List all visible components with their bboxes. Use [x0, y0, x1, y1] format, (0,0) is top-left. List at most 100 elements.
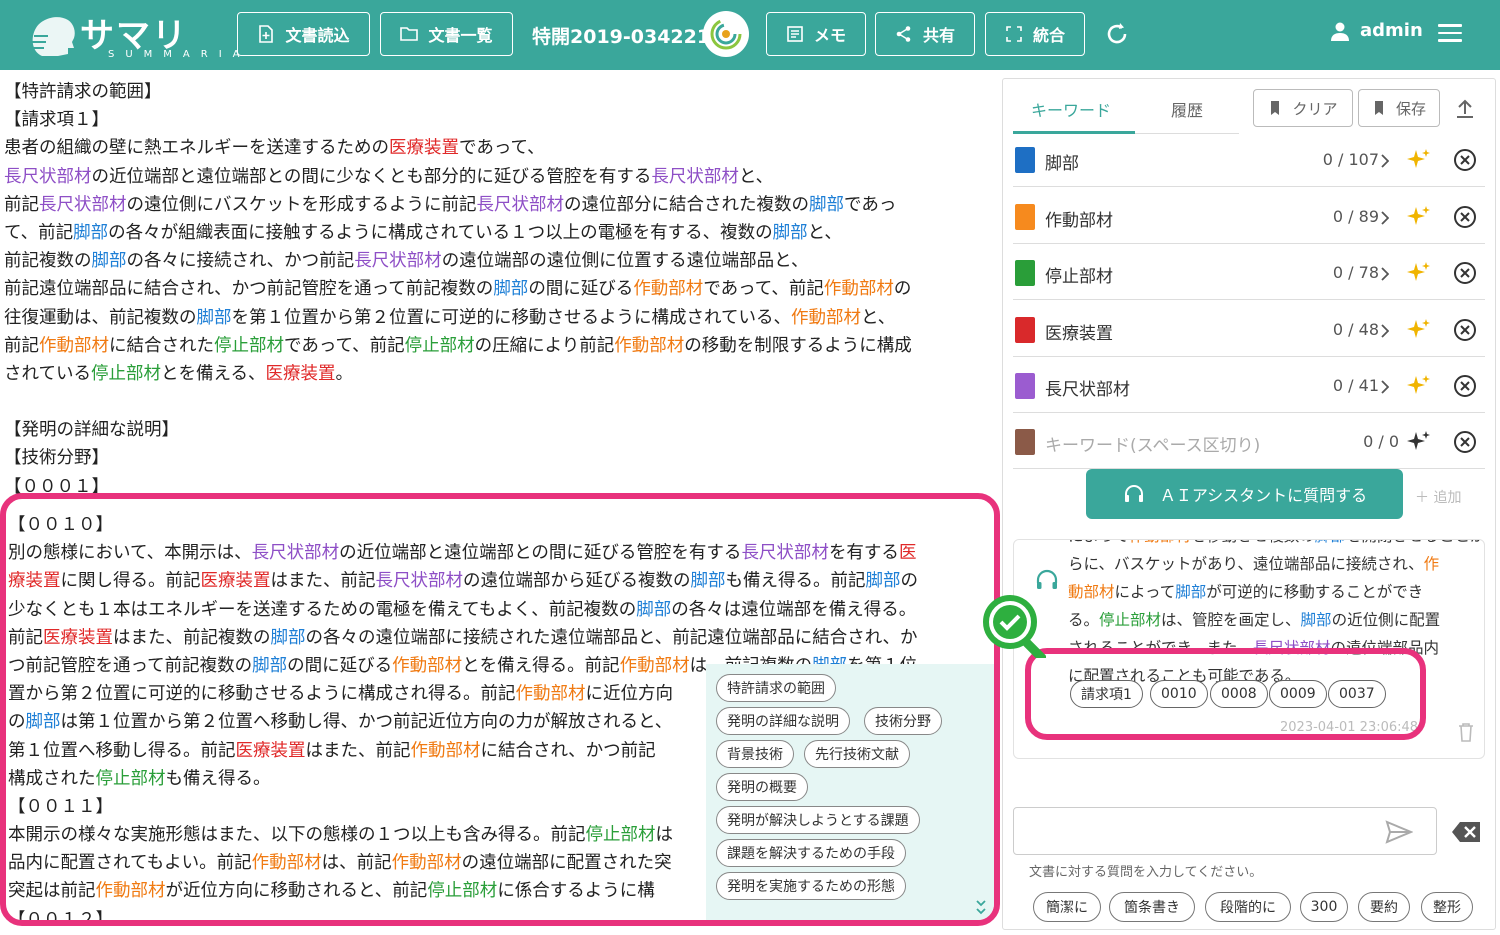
- tab-history[interactable]: 履歴: [1171, 97, 1203, 121]
- text-segment: つ前記管腔を通って前記複数の: [8, 655, 253, 676]
- merge-button[interactable]: 統合: [985, 12, 1085, 56]
- section-chip[interactable]: 発明が解決しようとする課題: [716, 806, 920, 834]
- remove-circle-icon[interactable]: [1453, 205, 1477, 229]
- document-list-button[interactable]: 文書一覧: [380, 12, 513, 56]
- chevron-right-icon[interactable]: [1381, 267, 1389, 281]
- chevron-right-icon[interactable]: [1381, 380, 1389, 394]
- text-segment: の各々の遠位端部に接続された遠位端部品と、前記遠位端部品に結合され、か: [305, 627, 918, 648]
- document-line: 前記複数の脚部の各々に接続され、かつ前記長尺状部材の遠位端部の遠位側に位置する遠…: [4, 247, 989, 275]
- user-icon: [1331, 22, 1349, 41]
- chevron-down-icon[interactable]: [975, 896, 987, 918]
- quick-prompt-chip[interactable]: 整形: [1421, 892, 1473, 922]
- sparkle-icon[interactable]: [1405, 204, 1433, 232]
- section-chip[interactable]: 課題を解決するための手段: [716, 839, 906, 867]
- load-document-button[interactable]: 文書読込: [237, 12, 370, 56]
- keyword-highlight: 長尺状部材: [651, 166, 739, 187]
- text-segment: の: [900, 571, 919, 592]
- send-icon[interactable]: [1385, 820, 1413, 844]
- keyword-row[interactable]: 医療装置 0 / 48: [1013, 303, 1485, 357]
- keyword-color-swatch[interactable]: [1015, 316, 1035, 343]
- tab-keywords[interactable]: キーワード: [1031, 97, 1111, 121]
- text-segment: の遠位部分に結合された複数の: [564, 194, 809, 215]
- keyword-row[interactable]: 長尺状部材 0 / 41: [1013, 359, 1485, 413]
- section-chip[interactable]: 発明を実施するための形態: [716, 872, 906, 900]
- quick-prompt-chip[interactable]: 段階的に: [1205, 892, 1291, 922]
- keyword-highlight: 作動部材: [95, 881, 166, 902]
- clear-label: クリア: [1292, 99, 1338, 118]
- section-chip[interactable]: 技術分野: [864, 707, 942, 735]
- upload-icon[interactable]: [1455, 97, 1475, 119]
- section-chip[interactable]: 発明の詳細な説明: [716, 707, 850, 735]
- text-segment: 【請求項１】: [4, 110, 109, 131]
- spiral-icon: [710, 18, 742, 50]
- remove-circle-icon[interactable]: [1453, 261, 1477, 285]
- backspace-icon[interactable]: [1451, 821, 1481, 843]
- keyword-color-swatch[interactable]: [1015, 203, 1035, 230]
- text-segment: 患者の組織の壁に熱エネルギーを送達するための: [4, 138, 389, 159]
- chevron-right-icon[interactable]: [1381, 154, 1389, 168]
- sparkle-icon[interactable]: [1405, 317, 1433, 345]
- sparkle-icon[interactable]: [1405, 260, 1433, 288]
- section-chip[interactable]: 先行技術文献: [804, 740, 910, 768]
- text-segment: は: [655, 825, 674, 846]
- document-body: 【特許請求の範囲】 【請求項１】 患者の組織の壁に熱エネルギーを送達するための医療装…: [4, 78, 989, 501]
- clear-button[interactable]: クリア: [1253, 89, 1353, 127]
- keyword-color-swatch[interactable]: [1015, 147, 1035, 173]
- chevron-right-icon[interactable]: [1381, 323, 1389, 338]
- memo-button[interactable]: メモ: [766, 12, 866, 56]
- keyword-highlight: 療装置: [8, 571, 61, 592]
- user-menu[interactable]: admin: [1330, 20, 1423, 41]
- keyword-color-swatch[interactable]: [1015, 373, 1035, 399]
- sparkle-icon[interactable]: [1405, 429, 1433, 457]
- add-keyword-button[interactable]: ＋ 追加: [1415, 487, 1461, 507]
- answer-line: によって作動部材を移動させ複数の脚部を開閉させることができる。さ: [1068, 540, 1484, 550]
- keyword-highlight: 停止部材: [1099, 611, 1162, 629]
- quick-prompt-chip[interactable]: 簡潔に: [1033, 892, 1101, 922]
- keyword-color-swatch[interactable]: [1015, 260, 1035, 286]
- logo-head-icon: [30, 17, 75, 56]
- sparkle-icon[interactable]: [1405, 147, 1433, 175]
- spiral-logo-icon[interactable]: [703, 11, 749, 57]
- section-chip[interactable]: 背景技術: [716, 740, 794, 768]
- trash-icon[interactable]: [1458, 722, 1474, 742]
- section-chip[interactable]: 特許請求の範囲: [716, 674, 836, 702]
- keyword-row[interactable]: 停止部材 0 / 78: [1013, 246, 1485, 300]
- highlighted-section: 【００１０】 別の態様において、本開示は、長尺状部材の近位端部と遠位端部との間に延…: [0, 493, 1000, 926]
- quick-prompt-chip[interactable]: 要約: [1358, 892, 1410, 922]
- quick-prompt-chip[interactable]: 箇条書き: [1109, 892, 1195, 922]
- save-button[interactable]: 保存: [1358, 89, 1440, 127]
- text-segment: の近位端部と遠位端部との間に延びる管腔を有する: [339, 543, 742, 564]
- bookmark-save-icon: [1374, 101, 1383, 115]
- keyword-highlight: 作動部材: [251, 853, 322, 874]
- keyword-input-row[interactable]: キーワード(スペース区切り) 0 / 0: [1013, 415, 1485, 469]
- text-segment: 突起は前記: [8, 881, 96, 902]
- remove-circle-icon[interactable]: [1453, 318, 1477, 342]
- chevron-right-icon[interactable]: [1381, 210, 1389, 225]
- section-chip[interactable]: 発明の概要: [716, 773, 808, 801]
- app-logo[interactable]: サマリア SUMMARIA: [28, 8, 240, 105]
- keyword-count: 0 / 0: [1363, 432, 1399, 451]
- question-input[interactable]: [1013, 807, 1437, 855]
- save-label: 保存: [1395, 99, 1426, 118]
- quick-prompt-chip[interactable]: 300: [1300, 892, 1348, 922]
- text-segment: 前記: [4, 335, 39, 356]
- document-line: 別の態様において、本開示は、長尺状部材の近位端部と遠位端部との間に延びる管腔を有…: [8, 539, 918, 567]
- text-segment: であって、: [459, 138, 545, 159]
- refresh-icon[interactable]: [1104, 20, 1130, 48]
- ask-ai-button[interactable]: ＡＩアシスタントに質問する: [1086, 469, 1403, 519]
- text-segment: の遠位端部から延びる複数の: [463, 571, 691, 592]
- keyword-color-swatch[interactable]: [1015, 429, 1035, 455]
- keyword-row[interactable]: 作動部材 0 / 89: [1013, 190, 1485, 244]
- remove-circle-icon[interactable]: [1453, 148, 1477, 172]
- keyword-highlight: 長尺状部材: [741, 543, 829, 564]
- keyword-highlight: 脚部: [809, 194, 844, 215]
- text-segment: の遠位端部に配置された突: [461, 853, 672, 874]
- share-button[interactable]: 共有: [875, 12, 975, 56]
- text-segment: 【発明の詳細な説明】: [4, 420, 179, 441]
- sparkle-icon[interactable]: [1405, 373, 1433, 401]
- remove-circle-icon[interactable]: [1453, 430, 1477, 454]
- hamburger-menu-icon[interactable]: [1438, 24, 1462, 44]
- keyword-row[interactable]: 脚部 0 / 107: [1013, 133, 1485, 187]
- remove-circle-icon[interactable]: [1453, 374, 1477, 398]
- keyword-input[interactable]: キーワード(スペース区切り): [1045, 431, 1260, 456]
